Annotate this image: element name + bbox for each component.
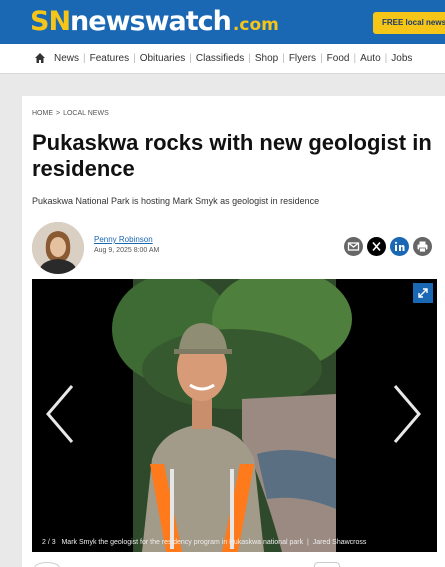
- nav-item-features[interactable]: Features: [86, 53, 133, 64]
- breadcrumb: HOME > LOCAL NEWS: [32, 110, 109, 117]
- author-avatar[interactable]: [32, 222, 84, 274]
- nav-item-auto[interactable]: Auto: [356, 53, 385, 64]
- font-size-icon[interactable]: [314, 562, 340, 567]
- email-icon[interactable]: [344, 237, 363, 256]
- breadcrumb-home[interactable]: HOME: [32, 110, 53, 117]
- breadcrumb-section[interactable]: LOCAL NEWS: [63, 110, 109, 117]
- x-icon[interactable]: [367, 237, 386, 256]
- gallery-counter: 2 / 3: [42, 539, 56, 546]
- nav-item-news[interactable]: News: [50, 53, 83, 64]
- site-logo[interactable]: SNnewswatch .com: [30, 6, 279, 37]
- breadcrumb-separator: >: [56, 110, 61, 117]
- comment-icon[interactable]: [34, 562, 60, 567]
- chevron-right-icon[interactable]: [389, 384, 425, 444]
- article-subtitle: Pukaskwa National Park is hosting Mark S…: [32, 196, 320, 206]
- article-card: HOME > LOCAL NEWS Pukaskwa rocks with new …: [22, 96, 445, 567]
- caption-text: Mark Smyk the geologist for the residenc…: [61, 539, 304, 546]
- newsletter-button[interactable]: FREE local newsletter: [373, 12, 445, 34]
- logo-sn: SN: [30, 6, 71, 37]
- photo-credit: Jared Shawcross: [312, 539, 367, 546]
- nav-item-jobs[interactable]: Jobs: [387, 53, 416, 64]
- nav-item-shop[interactable]: Shop: [251, 53, 282, 64]
- nav-item-obituaries[interactable]: Obituaries: [136, 53, 190, 64]
- nav-item-classifieds[interactable]: Classifieds: [192, 53, 248, 64]
- gallery-slideshow[interactable]: 2 / 3 Mark Smyk the geologist for the re…: [32, 279, 437, 552]
- expand-icon[interactable]: [413, 283, 433, 303]
- chevron-left-icon[interactable]: [42, 384, 78, 444]
- linkedin-icon[interactable]: [390, 237, 409, 256]
- main-nav: News | Features | Obituaries | Classifieds |…: [0, 44, 445, 74]
- nav-list: News | Features | Obituaries | Classifieds |…: [34, 52, 416, 64]
- logo-com: .com: [232, 15, 279, 35]
- author-link[interactable]: Penny Robinson: [94, 235, 153, 244]
- article-title: Pukaskwa rocks with new geologist in res…: [32, 130, 432, 181]
- caption-separator: |: [306, 539, 309, 546]
- publish-date: Aug 9, 2025 8:00 AM: [94, 247, 160, 254]
- gallery-photo: [32, 279, 437, 552]
- print-icon[interactable]: [413, 237, 432, 256]
- nav-item-flyers[interactable]: Flyers: [285, 53, 320, 64]
- nav-item-food[interactable]: Food: [323, 53, 354, 64]
- logo-newswatch: newswatch: [70, 6, 232, 37]
- gallery-caption: 2 / 3 Mark Smyk the geologist for the re…: [42, 539, 366, 546]
- home-icon[interactable]: [34, 52, 46, 64]
- site-header: SNnewswatch.com FREE local newsletter: [0, 0, 445, 44]
